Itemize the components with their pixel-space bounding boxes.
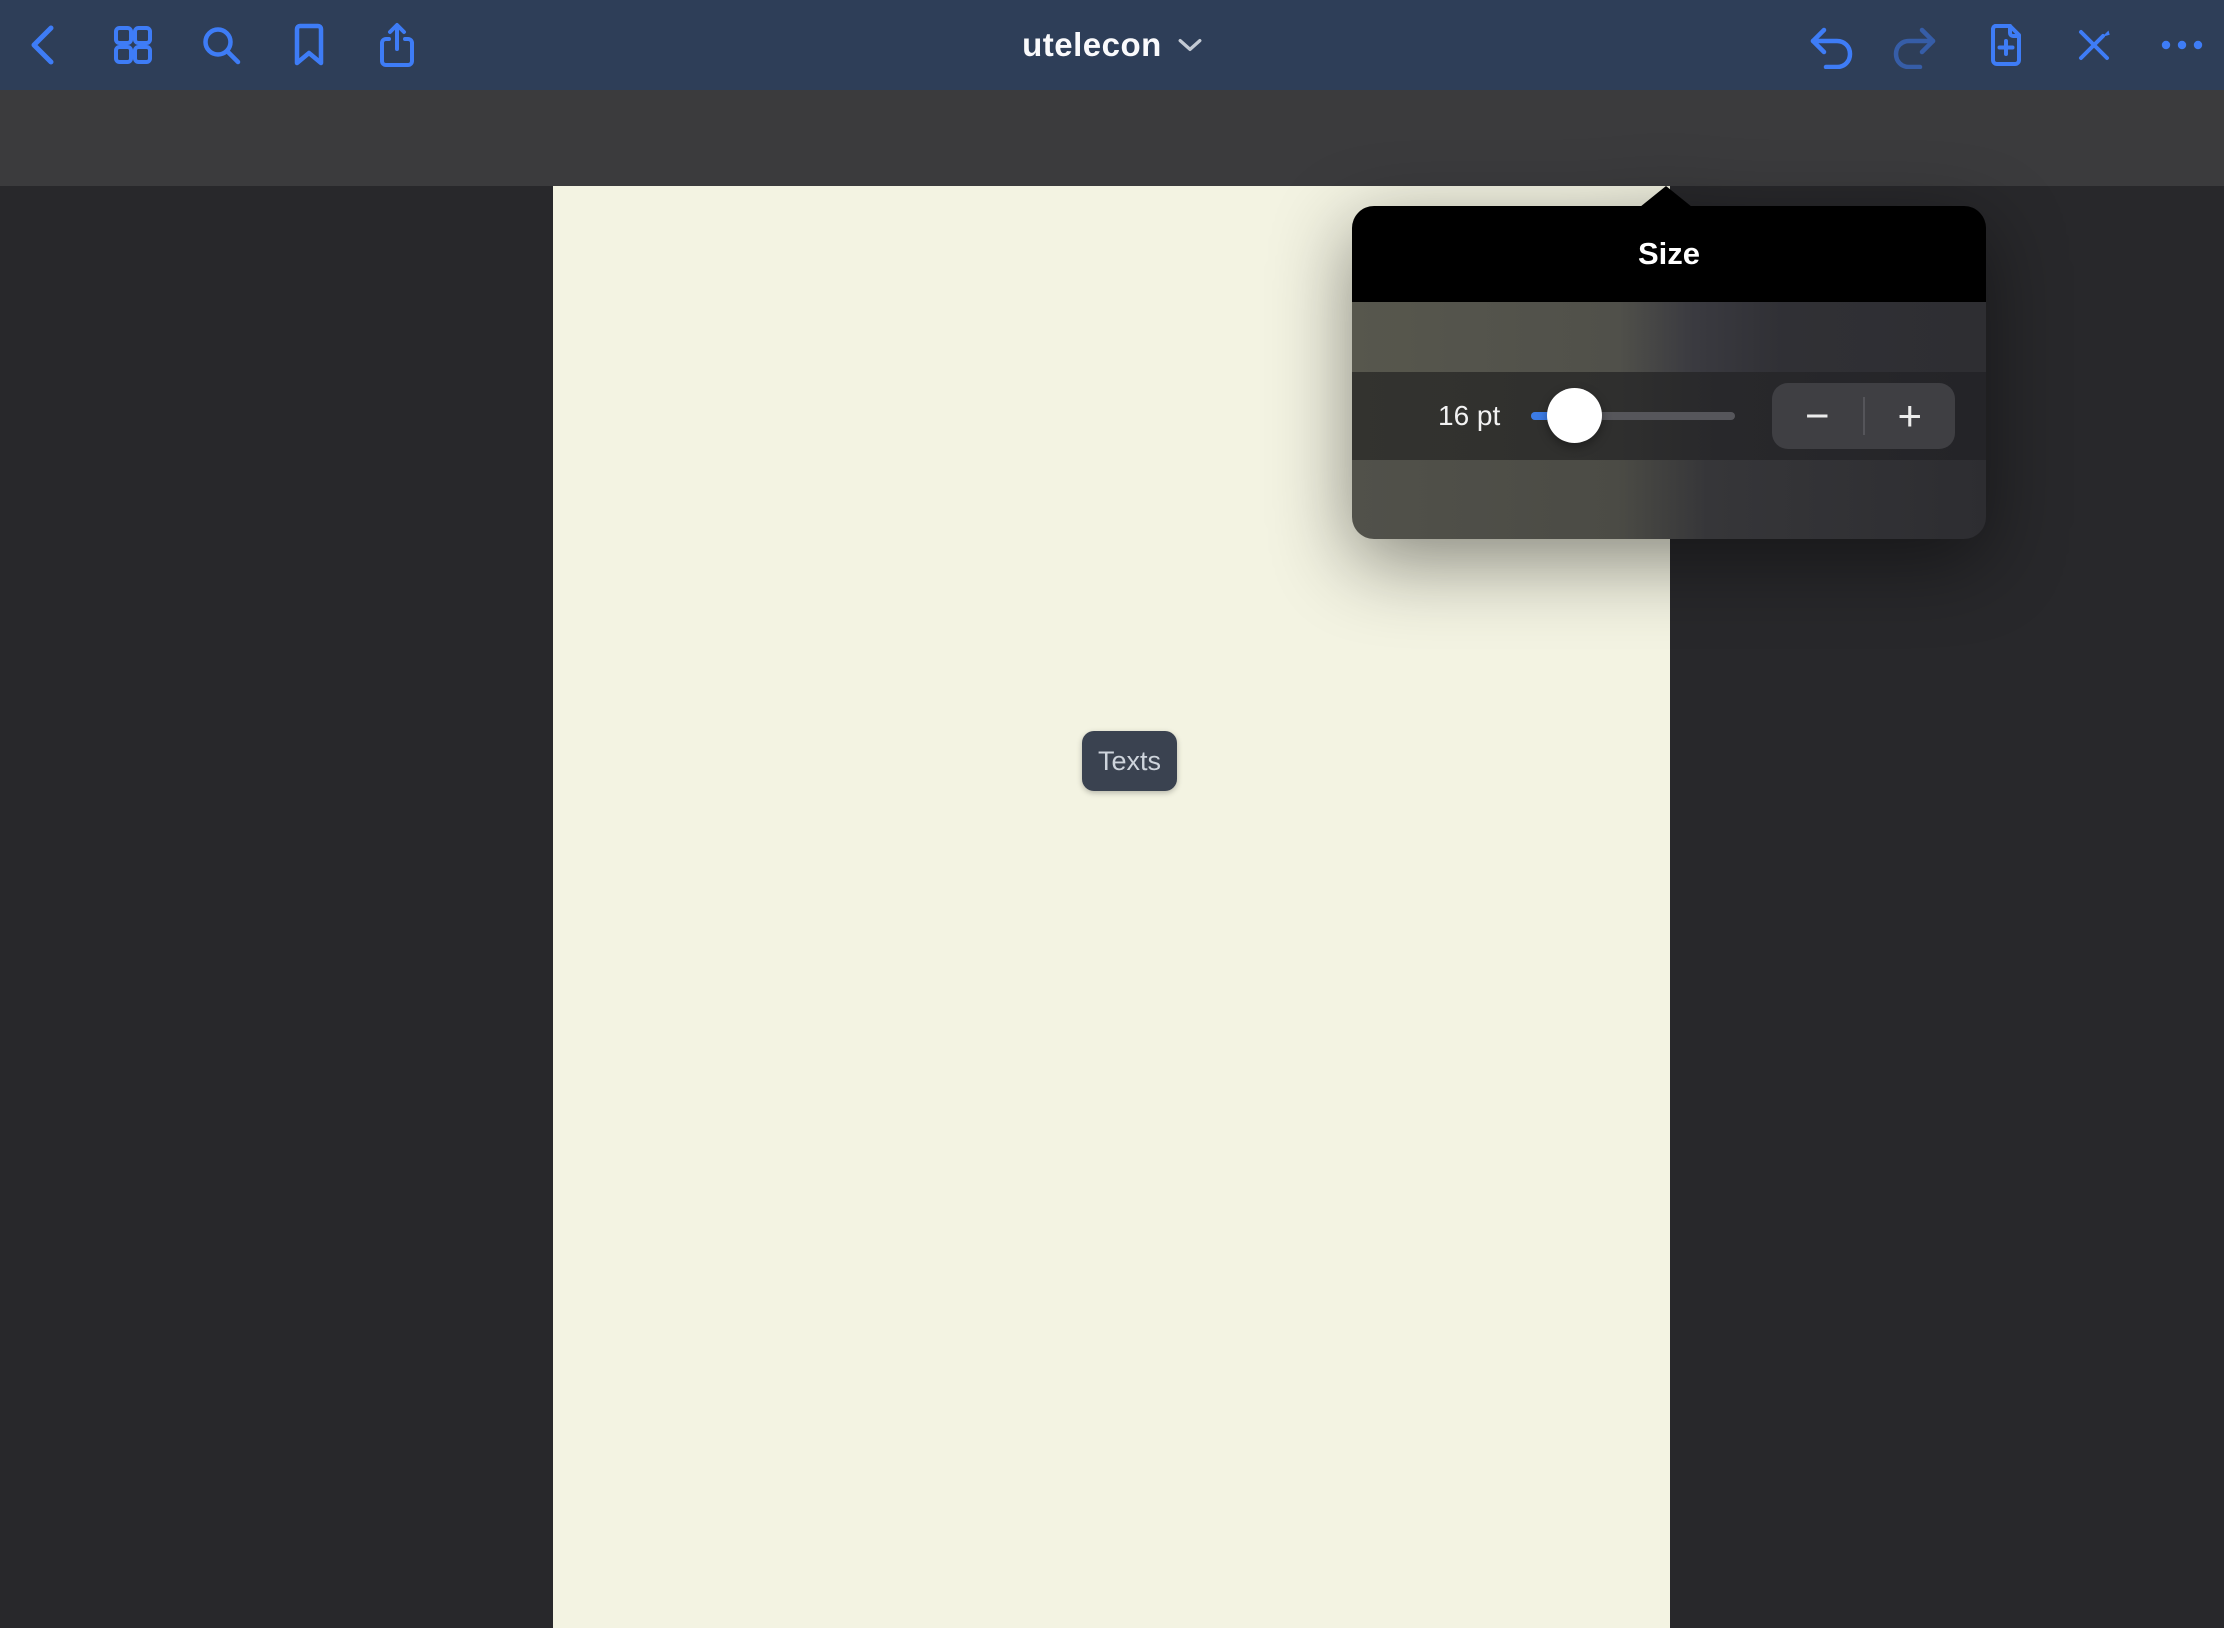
navbar: utelecon bbox=[0, 0, 2224, 90]
size-control-row: 16 pt − + bbox=[1352, 372, 1986, 460]
popover-body-bottom bbox=[1352, 460, 1986, 539]
bookmark-button[interactable] bbox=[281, 17, 337, 73]
share-button[interactable] bbox=[369, 17, 425, 73]
thumbnails-button[interactable] bbox=[105, 17, 161, 73]
popover-header: Size bbox=[1352, 206, 1986, 302]
size-slider[interactable] bbox=[1531, 372, 1735, 460]
popover-title: Size bbox=[1638, 236, 1700, 272]
popover-arrow bbox=[1640, 186, 1692, 207]
tooltip-label: Texts bbox=[1098, 746, 1161, 777]
size-popover: Size 16 pt − + bbox=[1352, 206, 1986, 539]
text-object-tooltip[interactable]: Texts bbox=[1082, 731, 1177, 791]
size-pt-label: 16 pt bbox=[1438, 372, 1500, 460]
undo-icon bbox=[1805, 21, 1853, 69]
bookmark-icon bbox=[285, 21, 333, 69]
size-decrease-button[interactable]: − bbox=[1772, 383, 1863, 449]
title-chevron-down-icon bbox=[1178, 37, 1202, 53]
size-stepper: − + bbox=[1772, 383, 1955, 449]
popover-body-top bbox=[1352, 302, 1986, 372]
redo-button[interactable] bbox=[1889, 17, 1945, 73]
redo-icon bbox=[1893, 21, 1941, 69]
add-page-button[interactable] bbox=[1978, 17, 2034, 73]
size-increase-button[interactable]: + bbox=[1865, 383, 1956, 449]
undo-button[interactable] bbox=[1801, 17, 1857, 73]
back-icon bbox=[21, 21, 69, 69]
close-pen-icon bbox=[2070, 21, 2118, 69]
document-title[interactable]: utelecon bbox=[1022, 26, 1162, 64]
search-icon bbox=[197, 21, 245, 69]
search-button[interactable] bbox=[193, 17, 249, 73]
share-icon bbox=[373, 21, 421, 69]
toolbar: a bbox=[0, 90, 2224, 186]
add-page-icon bbox=[1982, 21, 2030, 69]
exit-edit-mode-button[interactable] bbox=[2066, 17, 2122, 73]
slider-knob[interactable] bbox=[1547, 388, 1602, 443]
grid-icon bbox=[109, 21, 157, 69]
more-options-button[interactable] bbox=[2154, 17, 2210, 73]
app-screen: utelecon bbox=[0, 0, 2224, 1628]
more-icon bbox=[2158, 21, 2206, 69]
back-button[interactable] bbox=[17, 17, 73, 73]
